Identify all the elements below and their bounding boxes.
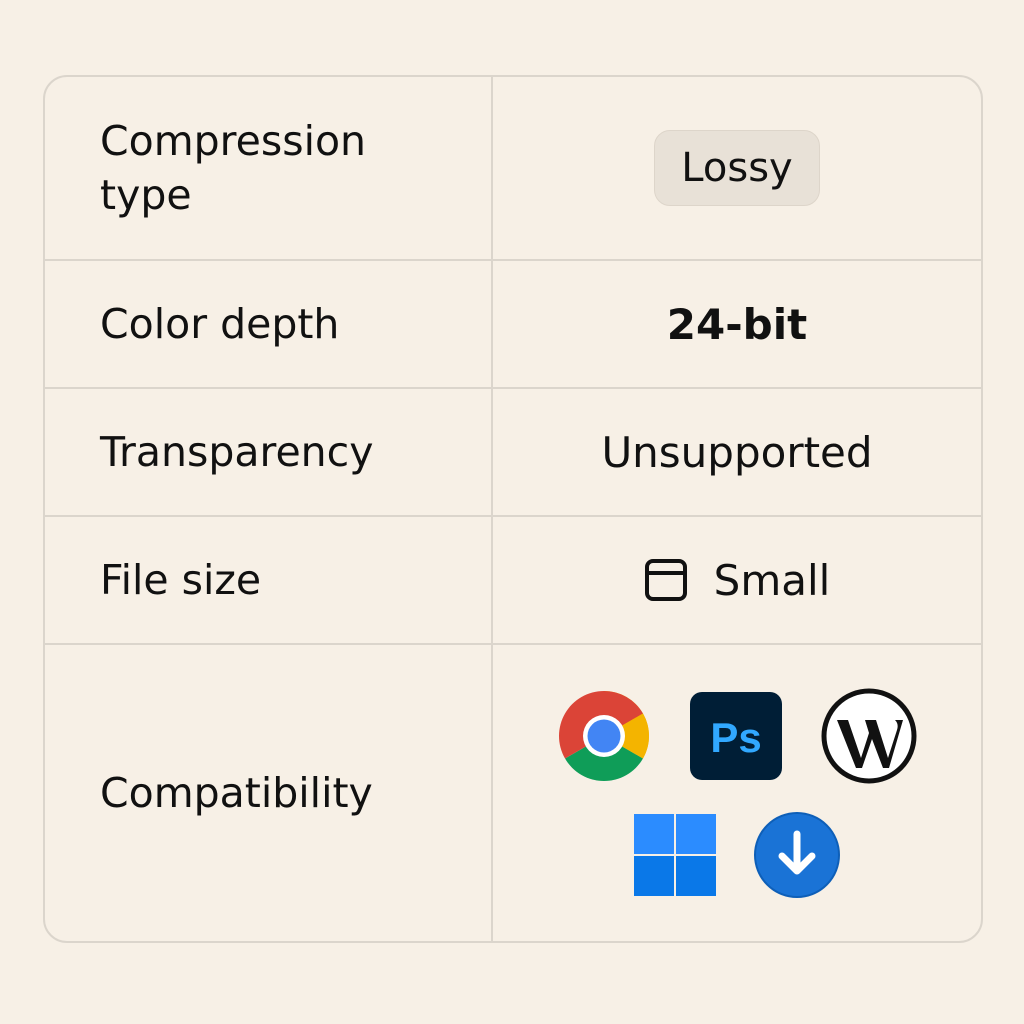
- compatibility-icons-row-1: Ps: [557, 688, 917, 784]
- row-value-compatibility: Ps: [493, 645, 981, 941]
- compatibility-icons-row-2: [634, 812, 840, 898]
- download-icon: [754, 812, 840, 898]
- compatibility-icons: Ps: [557, 688, 917, 898]
- photoshop-icon: Ps: [689, 691, 783, 781]
- compression-badge: Lossy: [654, 130, 820, 206]
- row-label-compression: Compression type: [45, 77, 493, 261]
- row-label-color-depth: Color depth: [45, 261, 493, 389]
- windows-icon: [634, 814, 716, 896]
- window-icon: [644, 558, 688, 602]
- row-value-transparency: Unsupported: [493, 389, 981, 517]
- row-value-color-depth: 24-bit: [493, 261, 981, 389]
- row-label-transparency: Transparency: [45, 389, 493, 517]
- photoshop-icon-text: Ps: [710, 714, 761, 761]
- file-size-group: Small: [644, 555, 831, 605]
- row-value-file-size: Small: [493, 517, 981, 645]
- file-size-value: Small: [713, 555, 831, 605]
- row-value-compression: Lossy: [493, 77, 981, 261]
- comparison-table: Compression type Lossy Color depth 24-bi…: [43, 75, 983, 943]
- row-label-compatibility: Compatibility: [45, 645, 493, 941]
- chrome-icon: [557, 689, 651, 783]
- wordpress-icon: [821, 688, 917, 784]
- row-label-file-size: File size: [45, 517, 493, 645]
